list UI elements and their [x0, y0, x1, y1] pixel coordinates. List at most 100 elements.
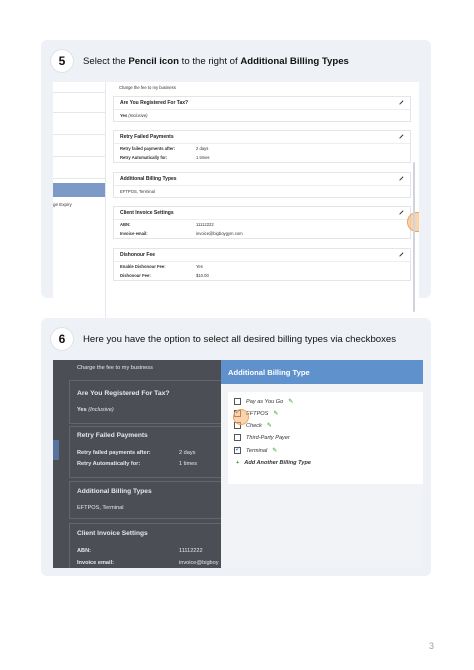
- selected-item[interactable]: [53, 183, 105, 197]
- plus-icon: +: [236, 460, 240, 466]
- left-panel-item[interactable]: ge Expiry: [53, 202, 72, 207]
- billing-value: EFTPOS, Terminal: [120, 189, 155, 194]
- tax-section: [69, 380, 223, 424]
- row-value: 2 days: [196, 146, 209, 151]
- pencil-icon[interactable]: ✎: [272, 447, 277, 454]
- instruction-bold-pencil: Pencil icon: [128, 55, 179, 67]
- section-header: Dishonour Fee: [114, 249, 410, 262]
- page-number: 3: [428, 641, 434, 651]
- dishonour-section: Dishonour Fee Enable Dishonour Fee: Yes D…: [113, 248, 411, 281]
- selected-item: [53, 440, 59, 460]
- screenshot-settings: ge Expiry Charge the fee to my business …: [53, 82, 419, 328]
- panel-title: Additional Billing Type: [221, 360, 423, 384]
- tax-note: (Inclusive): [128, 113, 148, 118]
- add-billing-type-button[interactable]: + Add Another Billing Type: [236, 460, 311, 466]
- row-label: ABN:: [120, 222, 131, 227]
- section-header: Retry Failed Payments: [114, 131, 410, 144]
- pencil-icon[interactable]: ✎: [267, 422, 272, 429]
- option-terminal[interactable]: Terminal ✎: [234, 445, 277, 454]
- pencil-icon[interactable]: [398, 100, 404, 106]
- row-value: $10.00: [196, 273, 209, 278]
- setting-row: ABN: 11112222: [114, 220, 410, 229]
- section-header: Additional Billing Types: [114, 173, 410, 186]
- row-value: 11112222: [179, 548, 203, 554]
- step-instruction: Here you have the option to select all d…: [83, 333, 397, 345]
- checkbox-checked[interactable]: [234, 445, 241, 454]
- divider: [53, 134, 105, 135]
- tax-note: (Inclusive): [88, 407, 114, 413]
- step-6-card: 6 Here you have the option to select all…: [41, 318, 431, 576]
- step-6-header: 6 Here you have the option to select all…: [51, 328, 396, 350]
- section-value: Yes (Inclusive): [114, 110, 410, 121]
- row-value: 2 days: [179, 450, 196, 456]
- pencil-icon[interactable]: ✎: [288, 398, 293, 405]
- row-label: Dishonour Fee:: [120, 273, 151, 278]
- pencil-icon[interactable]: [398, 134, 404, 140]
- section-title: Retry Failed Payments: [77, 432, 148, 439]
- fee-note: Charge the fee to my business: [119, 85, 176, 90]
- row-value: 1 times: [179, 461, 198, 467]
- setting-row: Retry Automatically for: 1 times: [114, 153, 410, 162]
- row-value: 1 times: [196, 155, 210, 160]
- row-label: Retry failed payments after:: [77, 450, 151, 456]
- left-panel: ge Expiry: [53, 82, 106, 328]
- section-title: Retry Failed Payments: [120, 134, 174, 140]
- section-title: Client Invoice Settings: [77, 530, 148, 537]
- tax-value: Yes: [120, 113, 128, 118]
- step-instruction: Select the Pencil icon to the right of A…: [83, 56, 349, 67]
- option-label: Pay as You Go: [246, 398, 284, 405]
- billing-value: EFTPOS, Terminal: [77, 505, 124, 511]
- section-header: Client Invoice Settings: [114, 207, 410, 220]
- checkbox[interactable]: [234, 434, 241, 441]
- screenshot-billing-types: Charge the fee to my business Are You Re…: [53, 360, 423, 568]
- instruction-text: to the right of: [179, 55, 241, 67]
- billing-types-section: Additional Billing Types EFTPOS, Termina…: [113, 172, 411, 198]
- section-title: Additional Billing Types: [120, 176, 177, 182]
- billing-type-list: Pay as You Go ✎ EFTPOS ✎ Check ✎ Third-P…: [228, 392, 423, 484]
- row-label: Enable Dishonour Fee:: [120, 264, 166, 269]
- checkbox[interactable]: [234, 398, 241, 405]
- click-highlight: [233, 409, 249, 425]
- divider: [53, 178, 105, 179]
- section-title: Client Invoice Settings: [120, 210, 174, 216]
- option-pay-as-you-go[interactable]: Pay as You Go ✎: [234, 398, 293, 405]
- option-label: EFTPOS: [246, 410, 269, 417]
- row-label: ABN:: [77, 548, 91, 554]
- divider: [53, 92, 105, 93]
- row-value: invoice@bigboygym.com: [196, 231, 243, 236]
- row-label: Retry failed payments after:: [120, 146, 176, 151]
- pencil-icon[interactable]: [398, 210, 404, 216]
- step-number: 5: [51, 50, 73, 72]
- pencil-icon[interactable]: [398, 252, 404, 258]
- divider: [53, 112, 105, 113]
- scrollbar[interactable]: [413, 162, 415, 312]
- tax-value: Yes (Inclusive): [77, 407, 114, 413]
- billing-type-panel: Additional Billing Type Pay as You Go ✎ …: [221, 360, 423, 568]
- retry-section: Retry Failed Payments Retry failed payme…: [113, 130, 411, 163]
- divider: [53, 156, 105, 157]
- pencil-icon[interactable]: ✎: [273, 410, 278, 417]
- step-5-header: 5 Select the Pencil icon to the right of…: [51, 50, 349, 72]
- billing-types-section: [69, 481, 223, 519]
- setting-row: Invoice email: invoice@bigboygym.com: [114, 229, 410, 238]
- section-title: Dishonour Fee: [120, 252, 156, 258]
- fee-note: Charge the fee to my business: [77, 365, 153, 371]
- dimmed-settings: Charge the fee to my business Are You Re…: [53, 360, 223, 568]
- invoice-section: Client Invoice Settings ABN: 11112222 Inv…: [113, 206, 411, 239]
- row-value: invoice@bigboy: [179, 560, 219, 566]
- tax-section: Are You Registered For Tax? Yes (Inclusi…: [113, 96, 411, 122]
- instruction-bold-billing: Additional Billing Types: [240, 55, 349, 67]
- add-label: Add Another Billing Type: [244, 460, 311, 466]
- step-number: 6: [51, 328, 73, 350]
- section-header: Are You Registered For Tax?: [114, 97, 410, 110]
- step-5-card: 5 Select the Pencil icon to the right of…: [41, 40, 431, 328]
- section-title: Are You Registered For Tax?: [77, 390, 170, 397]
- tax-value-text: Yes: [77, 407, 87, 413]
- setting-row: Dishonour Fee: $10.00: [114, 271, 410, 280]
- option-third-party-payer[interactable]: Third-Party Payer: [234, 434, 290, 441]
- pencil-icon[interactable]: [398, 176, 404, 182]
- section-title: Additional Billing Types: [77, 488, 152, 495]
- setting-row: Enable Dishonour Fee: Yes: [114, 262, 410, 271]
- row-label: Retry Automatically for:: [120, 155, 168, 160]
- row-value: 11112222: [196, 222, 214, 227]
